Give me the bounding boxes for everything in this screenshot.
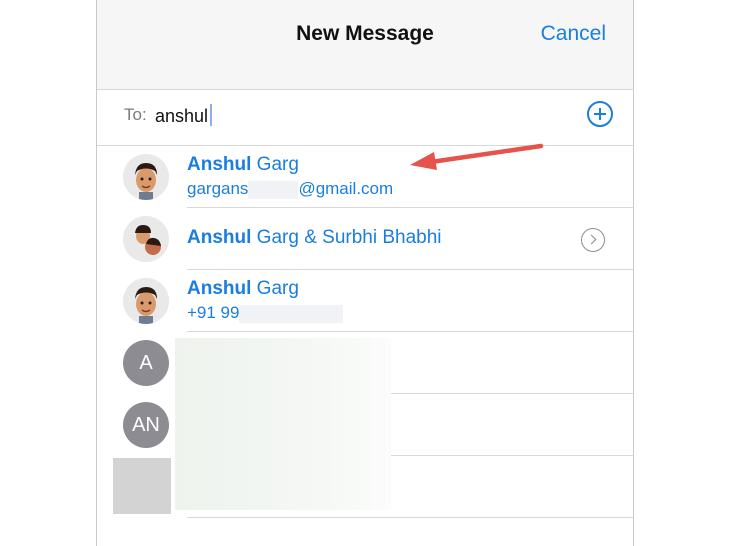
recipient-row: To: bbox=[97, 90, 633, 146]
redacted-text bbox=[239, 304, 344, 323]
contact-suggestion[interactable]: Anshul Garg gargans @gmail.com bbox=[97, 146, 633, 208]
contact-name: Anshul Garg & Surbhi Bhabhi bbox=[187, 227, 442, 248]
add-contact-button[interactable] bbox=[587, 101, 613, 127]
contact-name: Anshul Garg bbox=[187, 154, 299, 175]
new-message-screen: New Message Cancel To: Anshul Garg garga… bbox=[96, 0, 634, 546]
text-cursor bbox=[210, 104, 212, 126]
nav-bar: New Message Cancel bbox=[97, 0, 633, 90]
redacted-region bbox=[175, 338, 391, 510]
recipient-input[interactable] bbox=[155, 102, 555, 130]
contact-suggestion[interactable]: Anshul Garg & Surbhi Bhabhi bbox=[97, 208, 633, 270]
initials-avatar: AN bbox=[123, 402, 169, 448]
contact-email: gargans @gmail.com bbox=[187, 179, 394, 199]
contact-name: Anshul Garg bbox=[187, 278, 299, 299]
photo-avatar bbox=[113, 458, 171, 514]
to-label: To: bbox=[124, 105, 147, 124]
contact-suggestion[interactable]: Anshul Garg +91 99 bbox=[97, 270, 633, 332]
red-arrow-icon bbox=[410, 143, 544, 170]
initials-avatar: A bbox=[123, 340, 169, 386]
cancel-button[interactable]: Cancel bbox=[541, 22, 606, 46]
contact-phone: +91 99 bbox=[187, 303, 344, 323]
redacted-text bbox=[248, 180, 299, 199]
memoji-avatar bbox=[123, 278, 169, 324]
group-avatar bbox=[123, 216, 169, 262]
chevron-right-circle-icon[interactable] bbox=[581, 228, 605, 252]
row-divider bbox=[187, 517, 633, 518]
memoji-avatar bbox=[123, 154, 169, 200]
